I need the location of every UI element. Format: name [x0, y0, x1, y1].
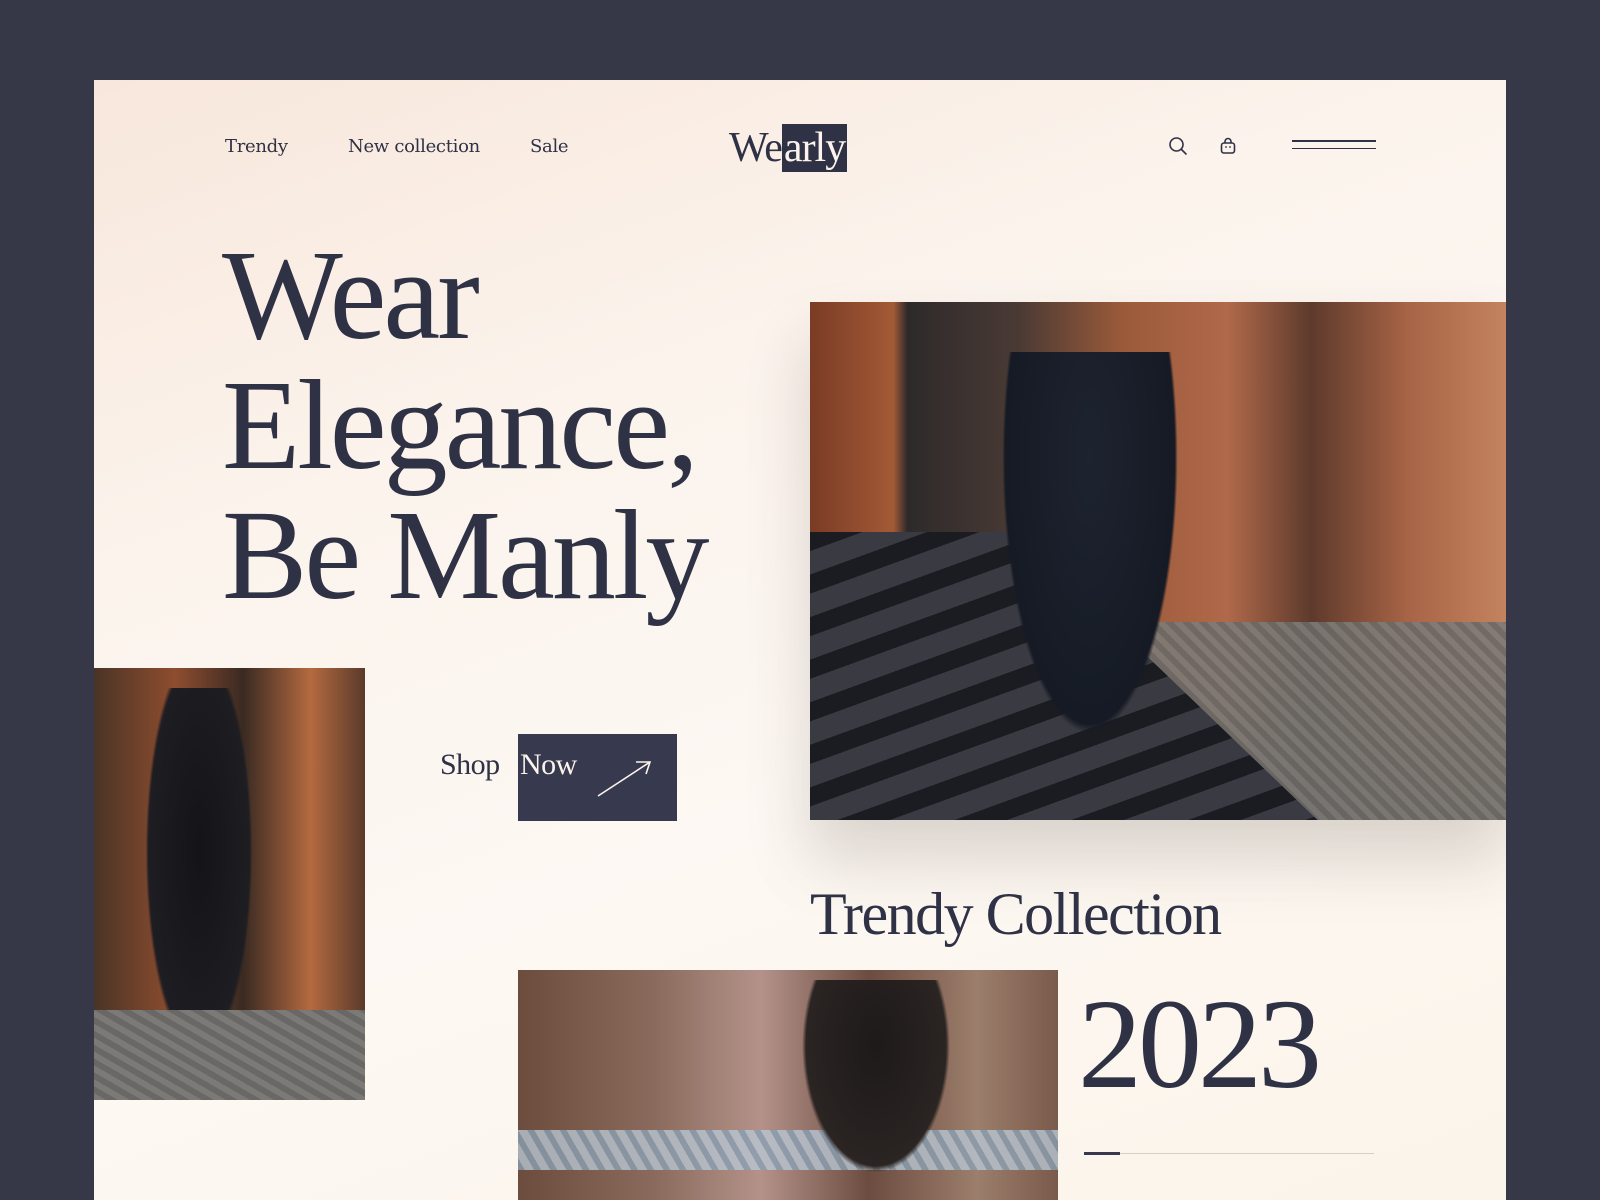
hero-line-3: Be Manly — [222, 484, 709, 626]
menu-line-top — [1292, 140, 1376, 142]
hero-photo-man-on-stairs — [810, 302, 1506, 820]
nav-link-trendy[interactable]: Trendy — [225, 136, 288, 157]
photo-person — [990, 352, 1190, 772]
hero-heading: Wear Elegance, Be Manly — [222, 224, 709, 626]
photo-person — [786, 980, 966, 1200]
logo-text-start: We — [729, 125, 783, 171]
slider-track[interactable] — [1084, 1153, 1374, 1154]
hero-line-1: Wear — [222, 224, 480, 366]
brand-logo[interactable]: We arly — [729, 124, 848, 172]
photo-pavement — [94, 1010, 365, 1100]
collection-title: Trendy Collection — [810, 881, 1222, 947]
logo-text-highlight: arly — [781, 124, 848, 172]
photo-biker-man — [518, 970, 1058, 1200]
hero-line-2: Elegance, — [222, 354, 699, 496]
nav-link-sale[interactable]: Sale — [530, 136, 569, 157]
slider-indicator[interactable] — [1084, 1152, 1120, 1155]
collection-year: 2023 — [1078, 973, 1322, 1115]
search-icon[interactable] — [1168, 136, 1188, 156]
nav-link-new-collection[interactable]: New collection — [348, 136, 480, 157]
menu-line-bottom — [1292, 147, 1376, 149]
shop-now-label-start: Shop — [440, 748, 500, 781]
shop-now-label-end: Now — [520, 748, 577, 781]
shop-now-button[interactable]: Now — [518, 734, 677, 821]
arrow-up-right-icon — [597, 761, 652, 797]
landing-page: Trendy New collection Sale We arly Wear E… — [94, 80, 1506, 1200]
bag-icon[interactable] — [1218, 136, 1238, 156]
menu-icon[interactable] — [1292, 140, 1376, 152]
photo-man-with-coffee — [94, 668, 365, 1100]
